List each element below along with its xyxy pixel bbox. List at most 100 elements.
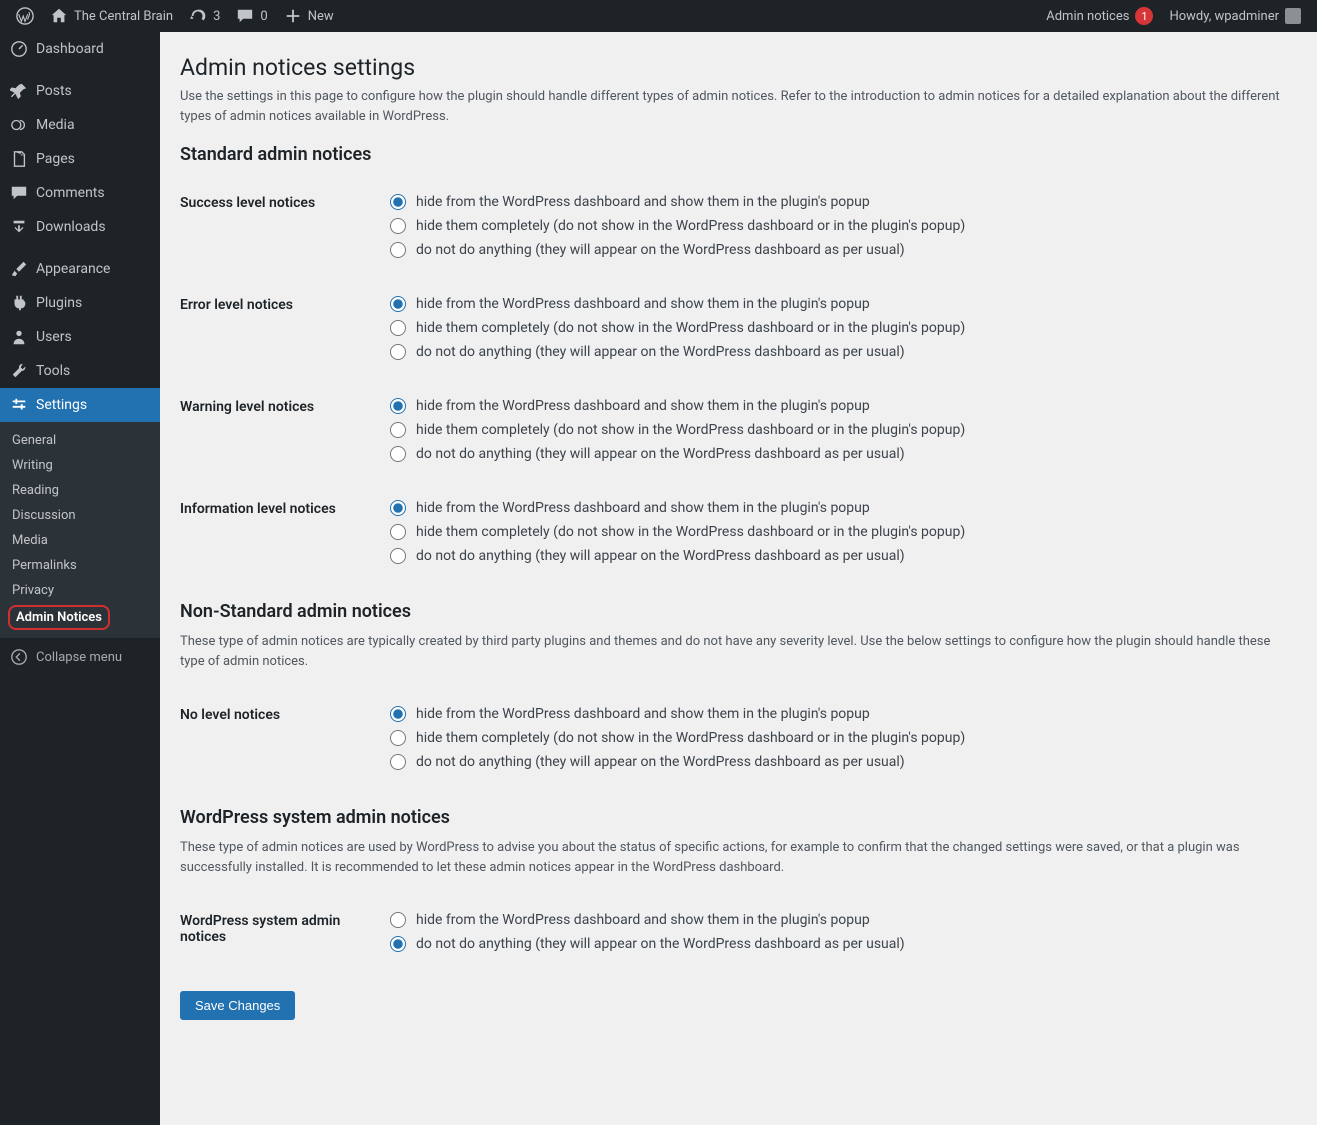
nolevel-opt-nothing[interactable]: do not do anything (they will appear on … bbox=[390, 750, 1280, 774]
sidebar-item-appearance[interactable]: Appearance bbox=[0, 252, 160, 286]
sidebar-item-media[interactable]: Media bbox=[0, 108, 160, 142]
success-opt-nothing[interactable]: do not do anything (they will appear on … bbox=[390, 238, 1280, 262]
radio-input[interactable] bbox=[390, 548, 406, 564]
radio-input[interactable] bbox=[390, 218, 406, 234]
opt-text: do not do anything (they will appear on … bbox=[416, 446, 905, 462]
opt-text: hide from the WordPress dashboard and sh… bbox=[416, 398, 870, 414]
nolevel-opt-hide[interactable]: hide from the WordPress dashboard and sh… bbox=[390, 702, 1280, 726]
nolevel-opt-hideall[interactable]: hide them completely (do not show in the… bbox=[390, 726, 1280, 750]
sidebar-item-settings[interactable]: Settings bbox=[0, 388, 160, 422]
label-warning: Warning level notices bbox=[180, 379, 380, 481]
success-opt-hide[interactable]: hide from the WordPress dashboard and sh… bbox=[390, 190, 1280, 214]
submenu-admin-notices[interactable]: Admin Notices bbox=[8, 605, 110, 630]
info-opt-hide[interactable]: hide from the WordPress dashboard and sh… bbox=[390, 496, 1280, 520]
info-opt-hideall[interactable]: hide them completely (do not show in the… bbox=[390, 520, 1280, 544]
opt-text: hide from the WordPress dashboard and sh… bbox=[416, 500, 870, 516]
error-opt-hide[interactable]: hide from the WordPress dashboard and sh… bbox=[390, 292, 1280, 316]
submenu-permalinks[interactable]: Permalinks bbox=[0, 553, 160, 578]
page-title: Admin notices settings bbox=[180, 54, 1290, 81]
radio-input[interactable] bbox=[390, 500, 406, 516]
radio-input[interactable] bbox=[390, 912, 406, 928]
label-error: Error level notices bbox=[180, 277, 380, 379]
sidebar-item-posts[interactable]: Posts bbox=[0, 74, 160, 108]
sidebar-label: Appearance bbox=[36, 261, 110, 277]
submenu-privacy[interactable]: Privacy bbox=[0, 578, 160, 603]
sidebar-item-downloads[interactable]: Downloads bbox=[0, 210, 160, 244]
save-button[interactable]: Save Changes bbox=[180, 991, 295, 1020]
sidebar-label: Settings bbox=[36, 397, 87, 413]
sidebar-item-comments[interactable]: Comments bbox=[0, 176, 160, 210]
sidebar-item-users[interactable]: Users bbox=[0, 320, 160, 354]
info-opt-nothing[interactable]: do not do anything (they will appear on … bbox=[390, 544, 1280, 568]
wordpress-icon bbox=[16, 7, 34, 25]
plugin-icon bbox=[10, 294, 28, 312]
main-content: Admin notices settings Use the settings … bbox=[160, 32, 1310, 1125]
pin-icon bbox=[10, 82, 28, 100]
label-nolevel: No level notices bbox=[180, 687, 380, 789]
warning-opt-hideall[interactable]: hide them completely (do not show in the… bbox=[390, 418, 1280, 442]
submenu-discussion[interactable]: Discussion bbox=[0, 503, 160, 528]
admin-bar-right: Admin notices 1 Howdy, wpadminer bbox=[1038, 0, 1309, 32]
media-icon bbox=[10, 116, 28, 134]
sidebar-label: Dashboard bbox=[36, 41, 104, 57]
system-opt-nothing[interactable]: do not do anything (they will appear on … bbox=[390, 932, 1280, 956]
submenu-writing[interactable]: Writing bbox=[0, 453, 160, 478]
brush-icon bbox=[10, 260, 28, 278]
error-opt-nothing[interactable]: do not do anything (they will appear on … bbox=[390, 340, 1280, 364]
radio-input[interactable] bbox=[390, 320, 406, 336]
submenu-reading[interactable]: Reading bbox=[0, 478, 160, 503]
system-opt-hide[interactable]: hide from the WordPress dashboard and sh… bbox=[390, 908, 1280, 932]
radio-input[interactable] bbox=[390, 242, 406, 258]
system-desc: These type of admin notices are used by … bbox=[180, 838, 1290, 877]
page-wrapper: Dashboard Posts Media Pages Comments Dow… bbox=[0, 32, 1317, 1125]
sidebar-item-pages[interactable]: Pages bbox=[0, 142, 160, 176]
comment-icon bbox=[10, 184, 28, 202]
warning-opt-hide[interactable]: hide from the WordPress dashboard and sh… bbox=[390, 394, 1280, 418]
error-opt-hideall[interactable]: hide them completely (do not show in the… bbox=[390, 316, 1280, 340]
warning-opt-nothing[interactable]: do not do anything (they will appear on … bbox=[390, 442, 1280, 466]
collapse-menu[interactable]: Collapse menu bbox=[0, 638, 160, 676]
label-success: Success level notices bbox=[180, 175, 380, 277]
wp-logo[interactable] bbox=[8, 0, 42, 32]
submenu-media[interactable]: Media bbox=[0, 528, 160, 553]
radio-input[interactable] bbox=[390, 754, 406, 770]
comment-icon bbox=[236, 7, 254, 25]
radio-input[interactable] bbox=[390, 524, 406, 540]
radio-input[interactable] bbox=[390, 296, 406, 312]
heading-system: WordPress system admin notices bbox=[180, 807, 1290, 828]
new-link[interactable]: New bbox=[276, 0, 342, 32]
updates-link[interactable]: 3 bbox=[181, 0, 228, 32]
sidebar-label: Comments bbox=[36, 185, 105, 201]
radio-input[interactable] bbox=[390, 936, 406, 952]
heading-nonstandard: Non-Standard admin notices bbox=[180, 601, 1290, 622]
radio-input[interactable] bbox=[390, 398, 406, 414]
admin-notices-link[interactable]: Admin notices 1 bbox=[1038, 0, 1161, 32]
radio-input[interactable] bbox=[390, 422, 406, 438]
collapse-label: Collapse menu bbox=[36, 650, 122, 665]
user-menu[interactable]: Howdy, wpadminer bbox=[1161, 0, 1309, 32]
sidebar-item-plugins[interactable]: Plugins bbox=[0, 286, 160, 320]
site-name-link[interactable]: The Central Brain bbox=[42, 0, 181, 32]
radio-input[interactable] bbox=[390, 730, 406, 746]
sidebar-item-tools[interactable]: Tools bbox=[0, 354, 160, 388]
page-icon bbox=[10, 150, 28, 168]
comments-link[interactable]: 0 bbox=[228, 0, 275, 32]
radio-input[interactable] bbox=[390, 344, 406, 360]
comments-count: 0 bbox=[260, 9, 267, 24]
sidebar-item-dashboard[interactable]: Dashboard bbox=[0, 32, 160, 66]
opt-text: do not do anything (they will appear on … bbox=[416, 344, 905, 360]
success-opt-hideall[interactable]: hide them completely (do not show in the… bbox=[390, 214, 1280, 238]
radio-input[interactable] bbox=[390, 706, 406, 722]
site-name-text: The Central Brain bbox=[74, 9, 173, 24]
heading-standard: Standard admin notices bbox=[180, 144, 1290, 165]
collapse-icon bbox=[10, 648, 28, 666]
radio-input[interactable] bbox=[390, 194, 406, 210]
home-icon bbox=[50, 7, 68, 25]
sidebar-label: Posts bbox=[36, 83, 72, 99]
download-icon bbox=[10, 218, 28, 236]
refresh-icon bbox=[189, 7, 207, 25]
opt-text: do not do anything (they will appear on … bbox=[416, 548, 905, 564]
radio-input[interactable] bbox=[390, 446, 406, 462]
opt-text: hide them completely (do not show in the… bbox=[416, 422, 965, 438]
submenu-general[interactable]: General bbox=[0, 428, 160, 453]
